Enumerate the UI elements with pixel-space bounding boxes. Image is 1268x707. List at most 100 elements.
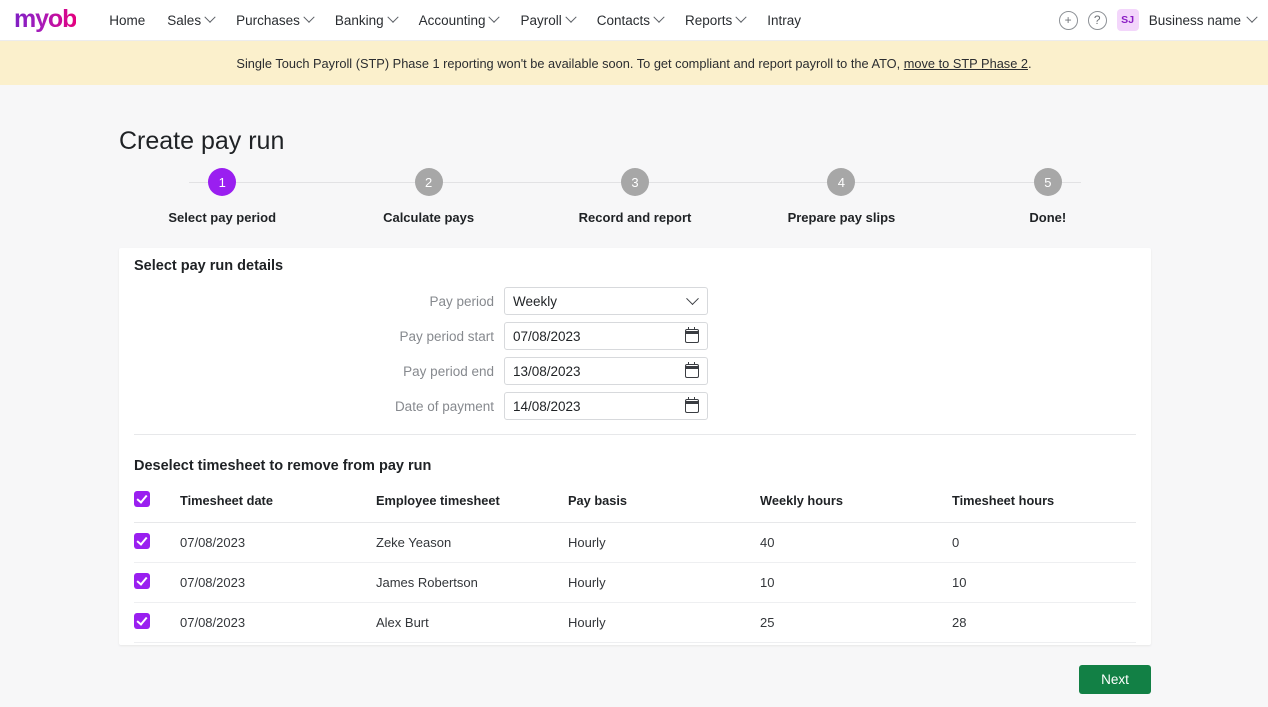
section-title-details: Select pay run details [134,258,284,274]
nav-item-payroll[interactable]: Payroll [509,0,585,40]
nav-item-banking[interactable]: Banking [324,0,408,40]
cell-weekly-hours: 10 [760,562,952,603]
cell-pay-basis: Hourly [568,522,760,563]
pay-period-start-value: 07/08/2023 [513,328,581,344]
myob-logo[interactable]: myob [14,6,77,34]
table-header-row: Timesheet date Employee timesheet Pay ba… [134,483,1136,523]
step-done[interactable]: 5 Done! [945,168,1151,225]
page-title: Create pay run [119,127,285,155]
table-row: 07/08/2023 Zeke Yeason Hourly 40 0 [134,522,1136,563]
step-bullet: 4 [827,168,856,196]
nav-label: Sales [167,12,202,28]
column-pay-basis: Pay basis [568,483,760,523]
chevron-down-icon [735,11,747,23]
chevron-down-icon [653,11,665,23]
nav-item-intray[interactable]: Intray [756,0,812,40]
chevron-down-icon [387,11,399,23]
chevron-down-icon [204,11,216,23]
nav-label: Reports [685,12,733,28]
nav-item-contacts[interactable]: Contacts [586,0,674,40]
cell-timesheet-hours: 28 [952,602,1136,643]
step-calculate-pays[interactable]: 2 Calculate pays [325,168,531,225]
next-button[interactable]: Next [1079,665,1151,694]
app-root: myob Home Sales Purchases Banking Accoun… [0,0,1268,707]
cell-employee: James Robertson [376,562,568,603]
row-checkbox[interactable] [134,613,150,629]
step-label: Prepare pay slips [787,210,896,225]
row-checkbox-cell [134,562,180,603]
date-of-payment-input[interactable]: 14/08/2023 [504,392,708,420]
cell-employee: Zeke Yeason [376,522,568,563]
date-of-payment-value: 14/08/2023 [513,398,581,414]
cell-pay-basis: Hourly [568,562,760,603]
nav-item-accounting[interactable]: Accounting [408,0,510,40]
avatar[interactable]: SJ [1116,9,1139,31]
pay-period-start-input[interactable]: 07/08/2023 [504,322,708,350]
step-select-pay-period[interactable]: 1 Select pay period [119,168,325,225]
pay-period-end-input[interactable]: 13/08/2023 [504,357,708,385]
table-row: 07/08/2023 James Robertson Hourly 10 10 [134,562,1136,603]
cell-weekly-hours: 25 [760,602,952,643]
select-all-checkbox[interactable] [134,491,150,507]
cell-weekly-hours: 40 [760,522,952,563]
cell-employee: Alex Burt [376,602,568,643]
step-label: Calculate pays [383,210,475,225]
nav-label: Payroll [520,12,562,28]
column-employee-timesheet: Employee timesheet [376,483,568,523]
chevron-down-icon [488,11,501,23]
calendar-icon[interactable] [684,396,700,413]
chevron-down-icon [686,291,699,305]
nav-item-sales[interactable]: Sales [156,0,225,40]
nav-item-reports[interactable]: Reports [674,0,756,40]
pay-period-select[interactable]: Weekly [504,287,708,315]
column-timesheet-date: Timesheet date [180,483,376,523]
calendar-icon[interactable] [684,326,700,343]
section-title-timesheets: Deselect timesheet to remove from pay ru… [134,458,432,474]
business-name-label: Business name [1148,12,1241,28]
stp-banner-text-end: . [1028,55,1032,71]
stepper-steps: 1 Select pay period 2 Calculate pays 3 R… [119,168,1151,225]
chevron-down-icon [565,11,577,23]
nav-label: Home [109,12,146,28]
cell-timesheet-hours: 10 [952,562,1136,603]
stp-phase2-link[interactable]: move to STP Phase 2 [904,56,1028,71]
pay-period-end-value: 13/08/2023 [513,363,581,379]
business-name-menu[interactable]: Business name [1148,11,1258,28]
row-checkbox-cell [134,602,180,643]
nav-item-purchases[interactable]: Purchases [225,0,324,40]
nav-label: Contacts [596,12,651,28]
step-prepare-pay-slips[interactable]: 4 Prepare pay slips [738,168,944,225]
nav-label: Intray [767,12,802,28]
plus-circle-icon[interactable]: + [1058,10,1078,30]
section-divider [134,434,1136,435]
table-head: Timesheet date Employee timesheet Pay ba… [134,483,1136,523]
cell-pay-basis: Hourly [568,602,760,643]
row-checkbox[interactable] [134,573,150,589]
page-content: Create pay run 1 Select pay period 2 Cal… [0,85,1268,707]
chevron-down-icon [303,11,315,23]
table-row: 07/08/2023 Alex Burt Hourly 25 28 [134,602,1136,643]
help-circle-icon[interactable]: ? [1087,10,1107,30]
main-nav: Home Sales Purchases Banking Accounting … [98,0,812,40]
stp-banner: Single Touch Payroll (STP) Phase 1 repor… [0,41,1268,85]
form-row-pay-period-start: Pay period start 07/08/2023 [119,319,1151,353]
label-pay-period: Pay period [429,293,494,309]
pay-run-card: Select pay run details Pay period Weekly… [119,248,1151,645]
cell-timesheet-date: 07/08/2023 [180,602,376,643]
chevron-down-icon [1246,11,1258,23]
row-checkbox-cell [134,522,180,563]
calendar-icon[interactable] [684,361,700,378]
nav-label: Banking [334,12,384,28]
row-checkbox[interactable] [134,533,150,549]
step-bullet: 1 [208,168,237,196]
column-weekly-hours: Weekly hours [760,483,952,523]
cell-timesheet-date: 07/08/2023 [180,522,376,563]
form-row-date-of-payment: Date of payment 14/08/2023 [119,389,1151,423]
nav-item-home[interactable]: Home [98,0,156,40]
step-bullet: 5 [1033,168,1062,196]
stp-banner-text: Single Touch Payroll (STP) Phase 1 repor… [236,55,901,71]
step-record-and-report[interactable]: 3 Record and report [532,168,738,225]
cell-timesheet-hours: 0 [952,522,1136,563]
top-navbar: myob Home Sales Purchases Banking Accoun… [0,0,1268,41]
form-row-pay-period: Pay period Weekly [119,284,1151,318]
